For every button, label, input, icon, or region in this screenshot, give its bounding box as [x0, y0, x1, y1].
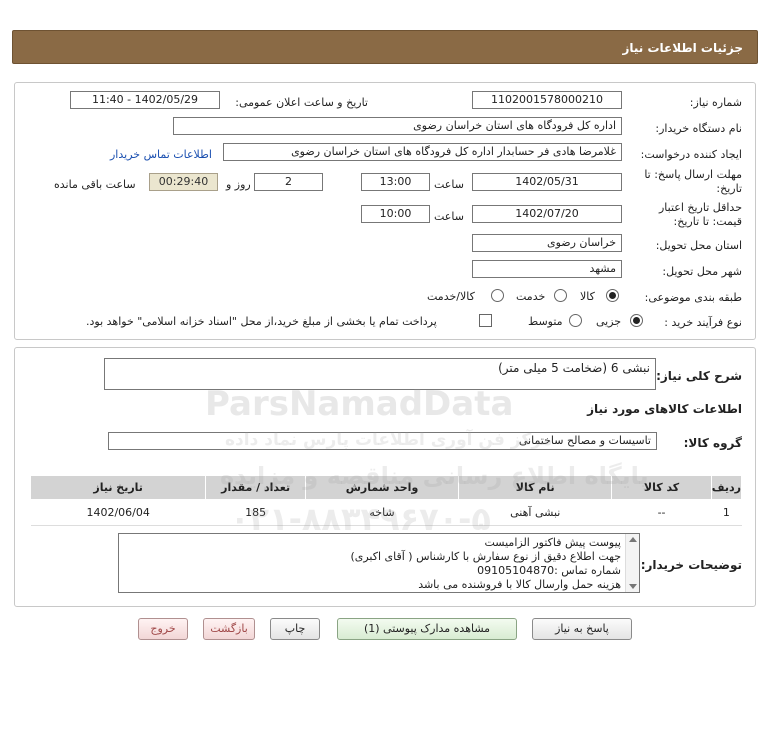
goods-table: ردیف کد کالا نام کالا واحد شمارش تعداد /…: [29, 475, 743, 526]
col-goods-code: کد کالا: [611, 475, 712, 500]
col-need-date: تاریخ نیاز: [29, 475, 207, 500]
price-validity-label-line1: حداقل تاریخ اعتبار: [658, 201, 742, 214]
reply-deadline-time-label: ساعت: [434, 178, 464, 191]
col-row-number: ردیف: [710, 475, 743, 500]
buyer-notes-line: شماره تماس :09105104870: [477, 564, 621, 577]
view-attachments-button[interactable]: مشاهده مدارک پیوستی (1): [337, 618, 517, 640]
buyer-notes-line: جهت اطلاع دقیق از نوع سفارش با کارشناس (…: [350, 550, 621, 563]
scroll-up-icon[interactable]: [629, 537, 637, 542]
remaining-time-counter: 00:29:40: [149, 173, 218, 191]
cell-goods-code: --: [611, 499, 712, 526]
reply-deadline-date: 1402/05/31: [472, 173, 622, 191]
requester-field: غلامرضا هادی فر حسابدار اداره کل فرودگاه…: [223, 143, 622, 161]
notes-scrollbar[interactable]: [625, 534, 639, 592]
need-number-label: شماره نیاز:: [689, 96, 742, 109]
category-goods-label: کالا: [580, 290, 595, 303]
remaining-time-label: ساعت باقی مانده: [54, 178, 136, 191]
col-quantity: تعداد / مقدار: [205, 475, 306, 500]
buyer-contact-link[interactable]: اطلاعات تماس خریدار: [110, 148, 212, 161]
cell-row-number: 1: [711, 499, 742, 526]
delivery-province-field: خراسان رضوی: [472, 234, 622, 252]
goods-group-field: تاسیسات و مصالح ساختمانی: [108, 432, 657, 450]
announce-datetime-field: 1402/05/29 - 11:40: [70, 91, 220, 109]
remaining-days-field: 2: [254, 173, 323, 191]
cell-goods-name: نبشی آهنی: [458, 499, 612, 526]
process-minor-label: جزیی: [596, 315, 622, 328]
back-button[interactable]: بازگشت: [203, 618, 255, 640]
requester-label: ایجاد کننده درخواست:: [640, 148, 742, 161]
reply-deadline-label-line2: تاریخ:: [716, 182, 742, 195]
price-validity-label: حداقل تاریخ اعتبار قیمت: تا تاریخ:: [659, 201, 742, 229]
reply-deadline-time: 13:00: [361, 173, 430, 191]
category-goods-service-radio[interactable]: [491, 289, 504, 302]
category-service-label: خدمت: [516, 290, 546, 303]
delivery-province-label: استان محل تحویل:: [655, 239, 742, 252]
buyer-notes-line: پیوست پیش فاکتور الزامیست: [484, 536, 622, 549]
exit-button[interactable]: خروج: [138, 618, 188, 640]
buyer-notes-label: توضیحات خریدار:: [640, 558, 742, 572]
goods-table-header: ردیف کد کالا نام کالا واحد شمارش تعداد /…: [29, 475, 743, 500]
print-button[interactable]: چاپ: [270, 618, 320, 640]
reply-deadline-label: مهلت ارسال پاسخ: تا تاریخ:: [644, 168, 742, 196]
cell-need-date: 1402/06/04: [30, 499, 206, 526]
price-validity-time: 10:00: [361, 205, 430, 223]
goods-table-wrapper: ردیف کد کالا نام کالا واحد شمارش تعداد /…: [29, 475, 743, 526]
buyer-org-label: نام دستگاه خریدار:: [655, 122, 742, 135]
table-row: 1 -- نبشی آهنی شاخه 185 1402/06/04: [30, 499, 742, 526]
treasury-payment-note: پرداخت تمام یا بخشی از مبلغ خرید،از محل …: [86, 315, 437, 328]
remaining-days-label: روز و: [226, 178, 251, 191]
page-header: جزئیات اطلاعات نیاز: [12, 30, 758, 64]
need-number-field: 1102001578000210: [472, 91, 622, 109]
col-goods-name: نام کالا: [458, 475, 613, 500]
buyer-org-field: اداره کل فرودگاه های استان خراسان رضوی: [173, 117, 622, 135]
delivery-city-field: مشهد: [472, 260, 622, 278]
price-validity-time-label: ساعت: [434, 210, 464, 223]
general-description-label: شرح کلی نیاز:: [656, 369, 742, 383]
cell-unit: شاخه: [305, 499, 459, 526]
page-title: جزئیات اطلاعات نیاز: [622, 41, 743, 55]
general-description-field: نبشی 6 (ضخامت 5 میلی متر): [104, 358, 656, 390]
buyer-notes-line: هزینه حمل وارسال کالا با فروشنده می باشد: [418, 578, 621, 591]
category-goods-radio[interactable]: [606, 289, 619, 302]
process-medium-label: متوسط: [528, 315, 563, 328]
goods-section-title: اطلاعات کالاهای مورد نیاز: [587, 402, 742, 416]
scroll-down-icon[interactable]: [629, 584, 637, 589]
goods-group-label: گروه کالا:: [683, 436, 742, 450]
reply-to-need-button[interactable]: پاسخ به نیاز: [532, 618, 632, 640]
cell-quantity: 185: [205, 499, 306, 526]
price-validity-label-line2: قیمت: تا تاریخ:: [673, 215, 742, 228]
treasury-payment-checkbox[interactable]: [479, 314, 492, 327]
process-medium-radio[interactable]: [569, 314, 582, 327]
category-goods-service-label: کالا/خدمت: [427, 290, 475, 303]
category-service-radio[interactable]: [554, 289, 567, 302]
subject-category-label: طبقه بندی موضوعی:: [644, 291, 742, 304]
buyer-notes-textarea[interactable]: پیوست پیش فاکتور الزامیست جهت اطلاع دقیق…: [118, 533, 640, 593]
purchase-process-label: نوع فرآیند خرید :: [664, 316, 742, 329]
price-validity-date: 1402/07/20: [472, 205, 622, 223]
delivery-city-label: شهر محل تحویل:: [662, 265, 742, 278]
col-unit: واحد شمارش: [304, 475, 460, 500]
process-minor-radio[interactable]: [630, 314, 643, 327]
announce-datetime-label: تاریخ و ساعت اعلان عمومی:: [235, 96, 368, 109]
reply-deadline-label-line1: مهلت ارسال پاسخ: تا: [644, 168, 742, 181]
